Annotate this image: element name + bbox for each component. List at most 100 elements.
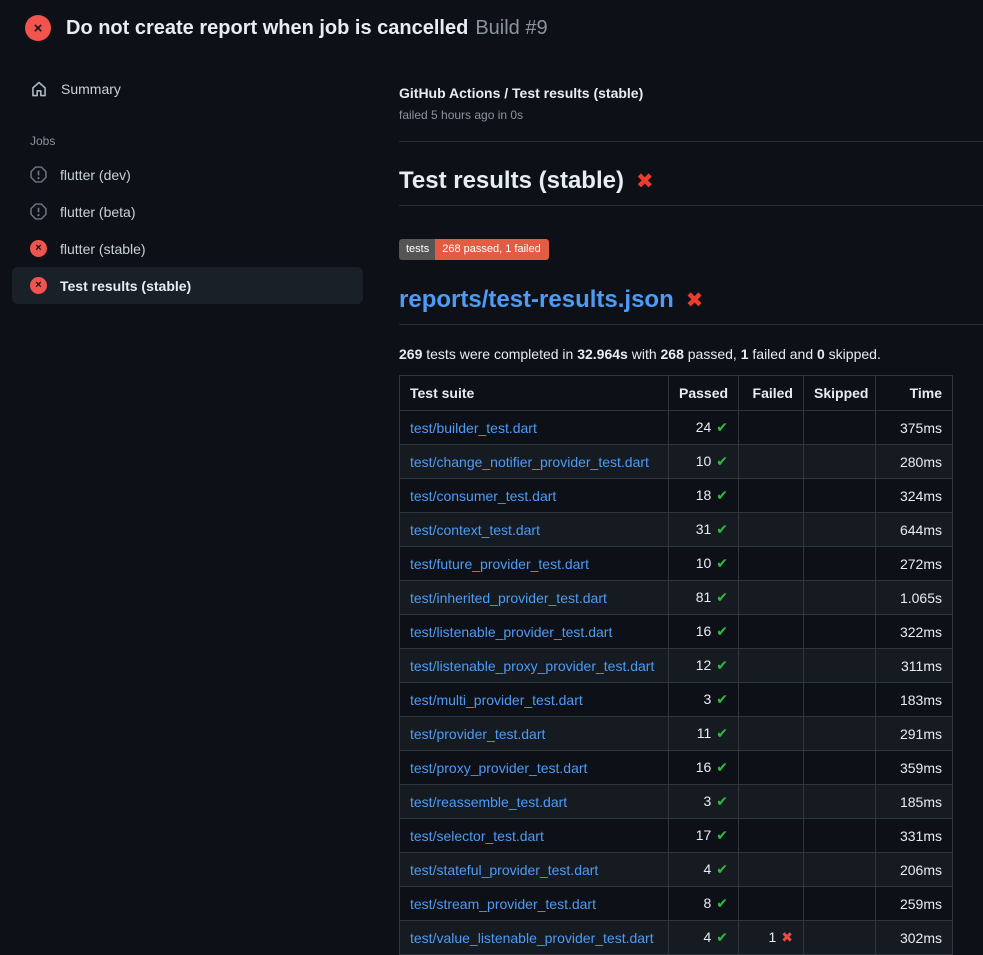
time-cell: 291ms: [876, 717, 953, 751]
test-suite-link[interactable]: test/builder_test.dart: [410, 420, 537, 436]
skipped-cell: [804, 819, 876, 853]
table-row: test/stream_provider_test.dart 8✔ 259ms: [400, 887, 953, 921]
failed-cell: [739, 887, 804, 921]
skipped-cell: [804, 649, 876, 683]
failed-cell: 1✖: [739, 921, 804, 955]
failed-cell: [739, 513, 804, 547]
passed-cell: 16✔: [669, 751, 739, 785]
time-cell: 206ms: [876, 853, 953, 887]
home-icon: [30, 80, 48, 98]
suite-cell: test/change_notifier_provider_test.dart: [400, 445, 669, 479]
failed-cell: [739, 479, 804, 513]
skipped-count: 0: [817, 346, 825, 362]
check-icon: ✔: [716, 420, 728, 436]
failed-cell: [739, 581, 804, 615]
sidebar-item-label: flutter (stable): [60, 241, 146, 257]
suite-cell: test/future_provider_test.dart: [400, 547, 669, 581]
test-results-table: Test suite Passed Failed Skipped Time te…: [399, 375, 953, 955]
suite-cell: test/value_listenable_provider_test.dart: [400, 921, 669, 955]
passed-cell: 12✔: [669, 649, 739, 683]
skipped-cell: [804, 615, 876, 649]
failed-cell: [739, 853, 804, 887]
table-row: test/change_notifier_provider_test.dart 1…: [400, 445, 953, 479]
time-cell: 331ms: [876, 819, 953, 853]
test-suite-link[interactable]: test/value_listenable_provider_test.dart: [410, 930, 654, 946]
check-icon: ✔: [716, 692, 728, 708]
check-icon: ✔: [716, 930, 728, 946]
time-cell: 359ms: [876, 751, 953, 785]
suite-cell: test/selector_test.dart: [400, 819, 669, 853]
time-cell: 259ms: [876, 887, 953, 921]
table-row: test/listenable_provider_test.dart 16✔ 322…: [400, 615, 953, 649]
test-suite-link[interactable]: test/stateful_provider_test.dart: [410, 862, 598, 878]
passed-cell: 10✔: [669, 547, 739, 581]
divider: [399, 141, 983, 142]
check-icon: ✔: [716, 624, 728, 640]
passed-cell: 81✔: [669, 581, 739, 615]
skipped-cell: [804, 853, 876, 887]
test-suite-link[interactable]: test/listenable_provider_test.dart: [410, 624, 612, 640]
test-suite-link[interactable]: test/change_notifier_provider_test.dart: [410, 454, 649, 470]
passed-cell: 8✔: [669, 887, 739, 921]
time-cell: 322ms: [876, 615, 953, 649]
check-icon: ✔: [716, 522, 728, 538]
time-cell: 311ms: [876, 649, 953, 683]
sidebar: Summary Jobs flutter (dev)flutter (beta)…: [0, 54, 375, 304]
duration: 32.964s: [577, 346, 628, 362]
skipped-cell: [804, 751, 876, 785]
time-cell: 280ms: [876, 445, 953, 479]
failed-status-icon: ×: [25, 15, 51, 41]
table-row: test/reassemble_test.dart3✔185ms: [400, 785, 953, 819]
test-suite-link[interactable]: test/multi_provider_test.dart: [410, 692, 583, 708]
failed-count: 1: [741, 346, 749, 362]
skipped-cell: [804, 887, 876, 921]
sidebar-item-flutter-beta[interactable]: flutter (beta): [12, 193, 363, 230]
passed-cell: 16✔: [669, 615, 739, 649]
test-suite-link[interactable]: test/future_provider_test.dart: [410, 556, 589, 572]
suite-cell: test/multi_provider_test.dart: [400, 683, 669, 717]
test-suite-link[interactable]: test/stream_provider_test.dart: [410, 896, 596, 912]
column-header-passed: Passed: [669, 376, 739, 411]
test-suite-link[interactable]: test/selector_test.dart: [410, 828, 544, 844]
sidebar-item-test-results-stable[interactable]: ×Test results (stable): [12, 267, 363, 304]
skipped-cell: [804, 921, 876, 955]
failed-cell: [739, 547, 804, 581]
test-suite-link[interactable]: test/context_test.dart: [410, 522, 540, 538]
table-row: test/future_provider_test.dart 10✔ 272ms: [400, 547, 953, 581]
cancelled-status-icon: [30, 203, 47, 220]
test-suite-link[interactable]: test/proxy_provider_test.dart: [410, 760, 587, 776]
passed-cell: 10✔: [669, 445, 739, 479]
passed-cell: 31✔: [669, 513, 739, 547]
results-summary: 269 tests were completed in 32.964s with…: [399, 346, 983, 362]
test-suite-link[interactable]: test/reassemble_test.dart: [410, 794, 567, 810]
sidebar-item-flutter-dev[interactable]: flutter (dev): [12, 156, 363, 193]
suite-cell: test/consumer_test.dart: [400, 479, 669, 513]
check-icon: ✔: [716, 794, 728, 810]
check-icon: ✔: [716, 760, 728, 776]
sidebar-item-summary[interactable]: Summary: [12, 70, 363, 108]
test-suite-link[interactable]: test/provider_test.dart: [410, 726, 545, 742]
column-header-test-suite: Test suite: [400, 376, 669, 411]
section-heading: Test results (stable) ✖: [399, 167, 983, 206]
report-file-link[interactable]: reports/test-results.json: [399, 286, 674, 314]
table-row: test/proxy_provider_test.dart 16✔ 359ms: [400, 751, 953, 785]
build-number: Build #9: [475, 17, 547, 40]
passed-cell: 24✔: [669, 411, 739, 445]
suite-cell: test/listenable_proxy_provider_test.dart: [400, 649, 669, 683]
check-icon: ✔: [716, 862, 728, 878]
check-icon: ✔: [716, 658, 728, 674]
passed-count: 268: [661, 346, 684, 362]
sidebar-item-label: Summary: [61, 81, 121, 97]
failed-cell: [739, 411, 804, 445]
check-icon: ✔: [716, 556, 728, 572]
sidebar-item-flutter-stable[interactable]: ×flutter (stable): [12, 230, 363, 267]
column-header-skipped: Skipped: [804, 376, 876, 411]
passed-cell: 3✔: [669, 785, 739, 819]
time-cell: 644ms: [876, 513, 953, 547]
test-suite-link[interactable]: test/consumer_test.dart: [410, 488, 556, 504]
test-suite-link[interactable]: test/inherited_provider_test.dart: [410, 590, 607, 606]
suite-cell: test/provider_test.dart: [400, 717, 669, 751]
test-suite-link[interactable]: test/listenable_proxy_provider_test.dart: [410, 658, 654, 674]
failed-cell: [739, 649, 804, 683]
time-cell: 272ms: [876, 547, 953, 581]
